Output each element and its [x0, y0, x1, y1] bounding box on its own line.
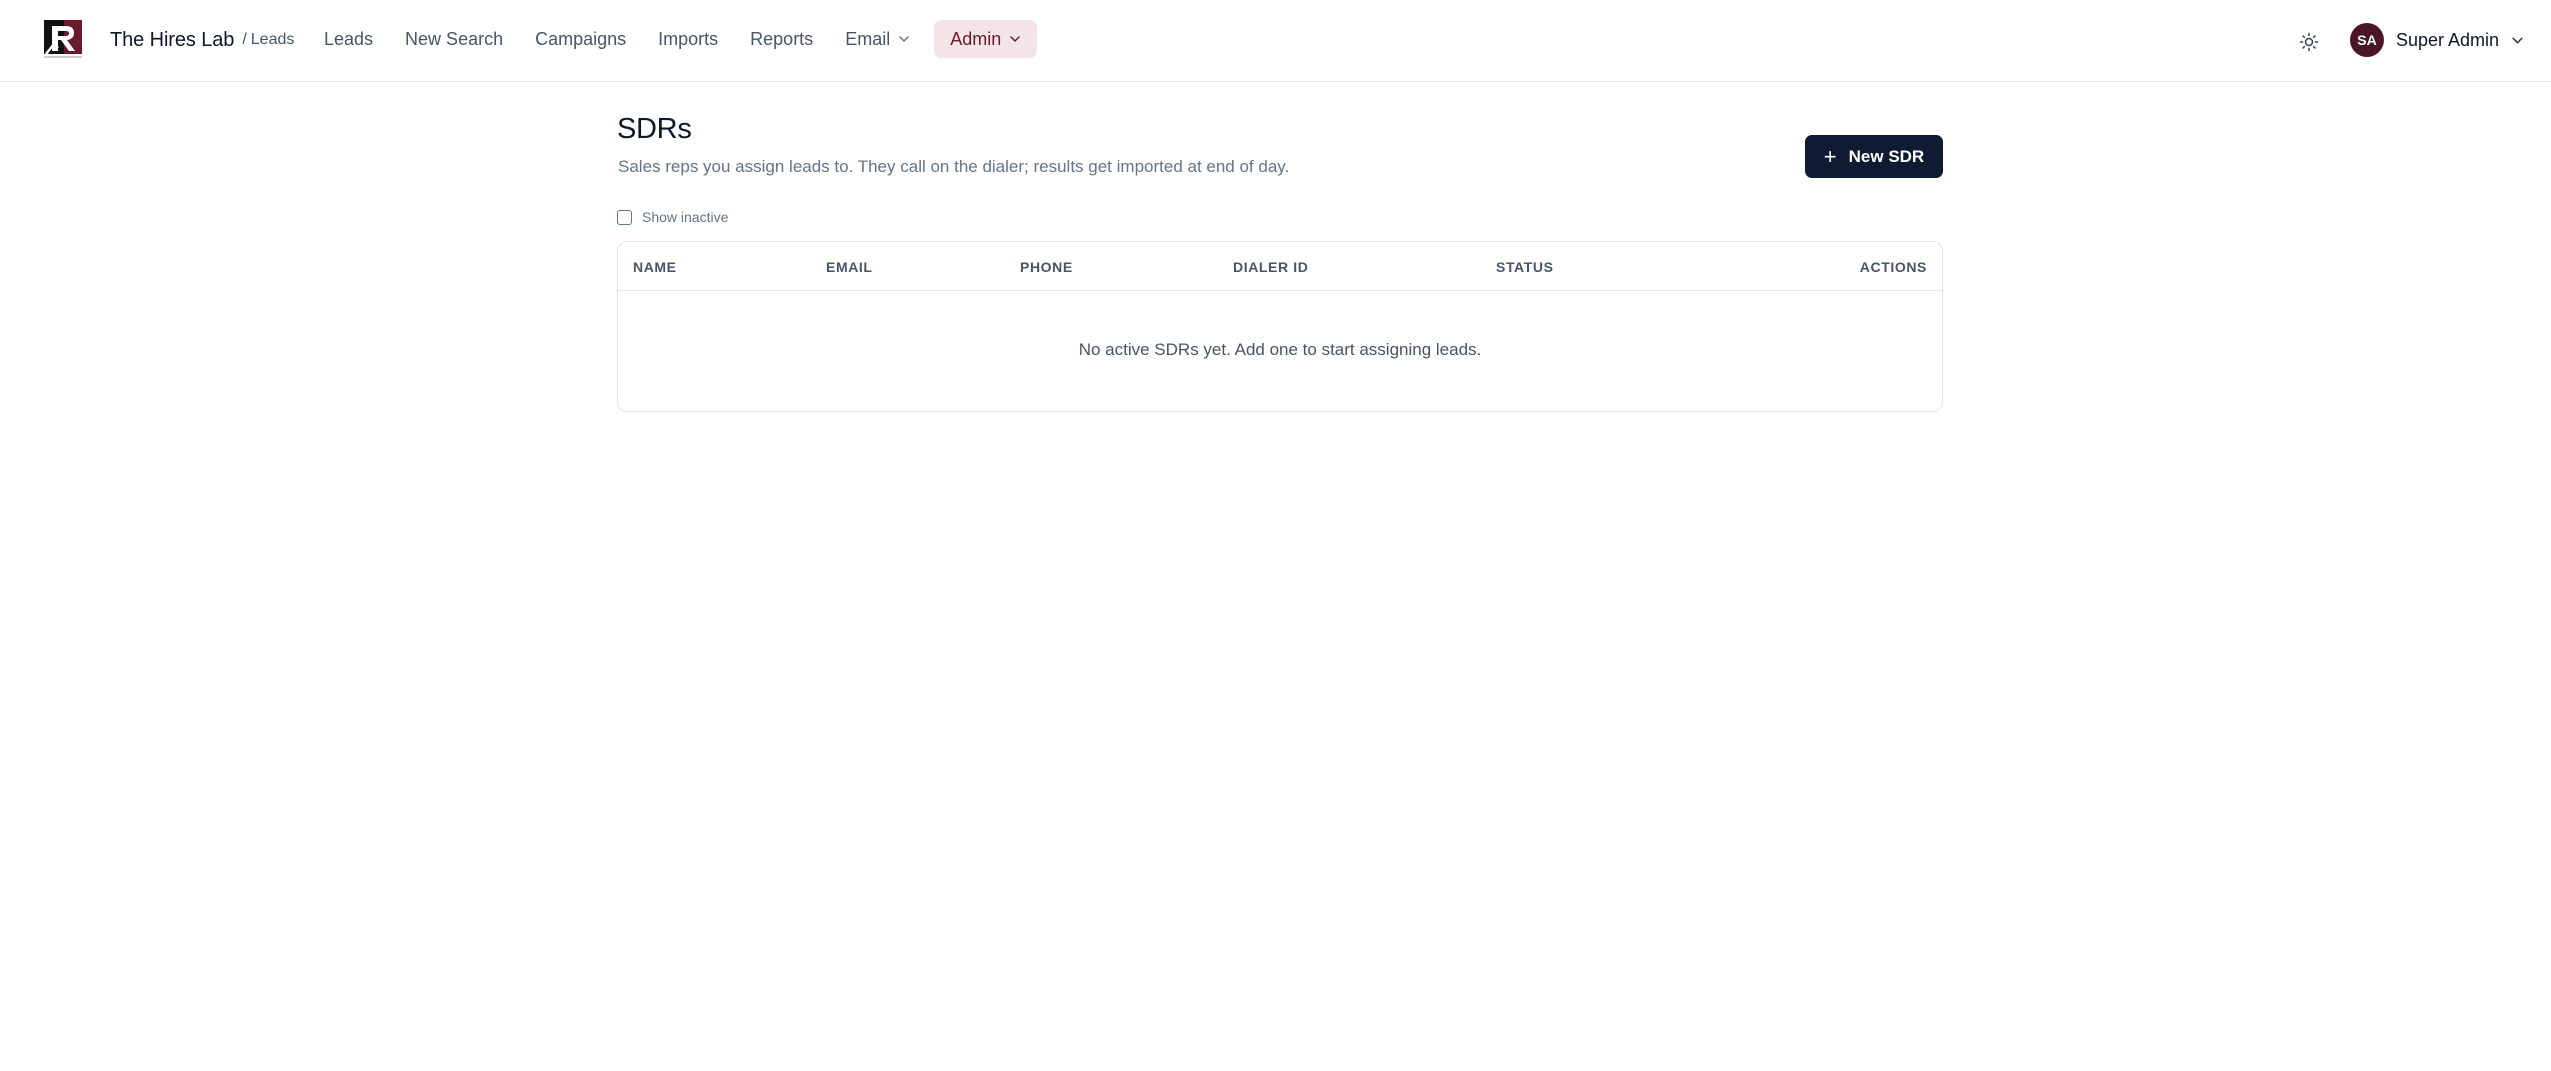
nav-admin-dropdown[interactable]: Admin — [934, 20, 1038, 58]
page-subtitle: Sales reps you assign leads to. They cal… — [618, 157, 1290, 176]
user-name: Super Admin — [2396, 29, 2500, 50]
empty-state-message: No active SDRs yet. Add one to start ass… — [1078, 340, 1482, 359]
chevron-down-icon — [2512, 37, 2523, 43]
nav-new-search-label: New Search — [405, 28, 504, 49]
column-header-status[interactable]: STATUS — [1496, 259, 1554, 275]
new-sdr-button[interactable]: + New SDR — [1805, 135, 1943, 178]
table-header: NAME EMAIL PHONE DIALER ID STATUS ACTION… — [618, 242, 1942, 291]
nav-campaigns-label: Campaigns — [535, 28, 627, 49]
column-header-phone[interactable]: PHONE — [1020, 259, 1073, 275]
sun-icon — [2299, 32, 2319, 52]
sdr-table: NAME EMAIL PHONE DIALER ID STATUS ACTION… — [617, 241, 1943, 412]
brand-separator: / — [242, 31, 247, 48]
avatar: SA — [2350, 23, 2384, 57]
new-sdr-button-label: New SDR — [1848, 146, 1925, 166]
top-navigation-bar: The Hires Lab / Leads Leads New Search C… — [0, 0, 2551, 82]
nav-leads-label: Leads — [324, 28, 374, 49]
theme-toggle-button[interactable] — [2295, 28, 2323, 56]
nav-imports[interactable]: Imports — [642, 20, 734, 58]
nav-leads[interactable]: Leads — [308, 20, 389, 58]
nav-email-label: Email — [845, 28, 891, 49]
user-menu[interactable]: SA Super Admin — [2350, 22, 2524, 58]
chevron-down-icon — [1010, 36, 1020, 42]
nav-new-search[interactable]: New Search — [389, 20, 519, 58]
show-inactive-label[interactable]: Show inactive — [642, 209, 728, 225]
column-header-name[interactable]: NAME — [633, 259, 677, 275]
nav-email-dropdown[interactable]: Email — [829, 20, 926, 58]
main-nav: Leads New Search Campaigns Imports Repor… — [308, 20, 1038, 58]
column-header-email[interactable]: EMAIL — [826, 259, 873, 275]
nav-reports-label: Reports — [750, 28, 814, 49]
brand[interactable]: The Hires Lab / Leads — [44, 19, 294, 61]
plus-icon: + — [1823, 143, 1837, 169]
show-inactive-filter[interactable]: Show inactive — [617, 208, 728, 226]
nav-reports[interactable]: Reports — [734, 20, 829, 58]
nav-admin-label: Admin — [950, 28, 1002, 49]
nav-campaigns[interactable]: Campaigns — [519, 20, 642, 58]
chevron-down-icon — [899, 36, 909, 42]
show-inactive-checkbox[interactable] — [617, 209, 632, 225]
nav-imports-label: Imports — [658, 28, 719, 49]
column-header-actions: ACTIONS — [1859, 259, 1927, 275]
brand-section: Leads — [250, 31, 295, 48]
page-title: SDRs — [617, 113, 692, 145]
brand-name: The Hires Lab — [110, 28, 235, 51]
brand-logo-icon[interactable] — [44, 20, 82, 60]
column-header-dialer-id[interactable]: DIALER ID — [1233, 259, 1308, 275]
